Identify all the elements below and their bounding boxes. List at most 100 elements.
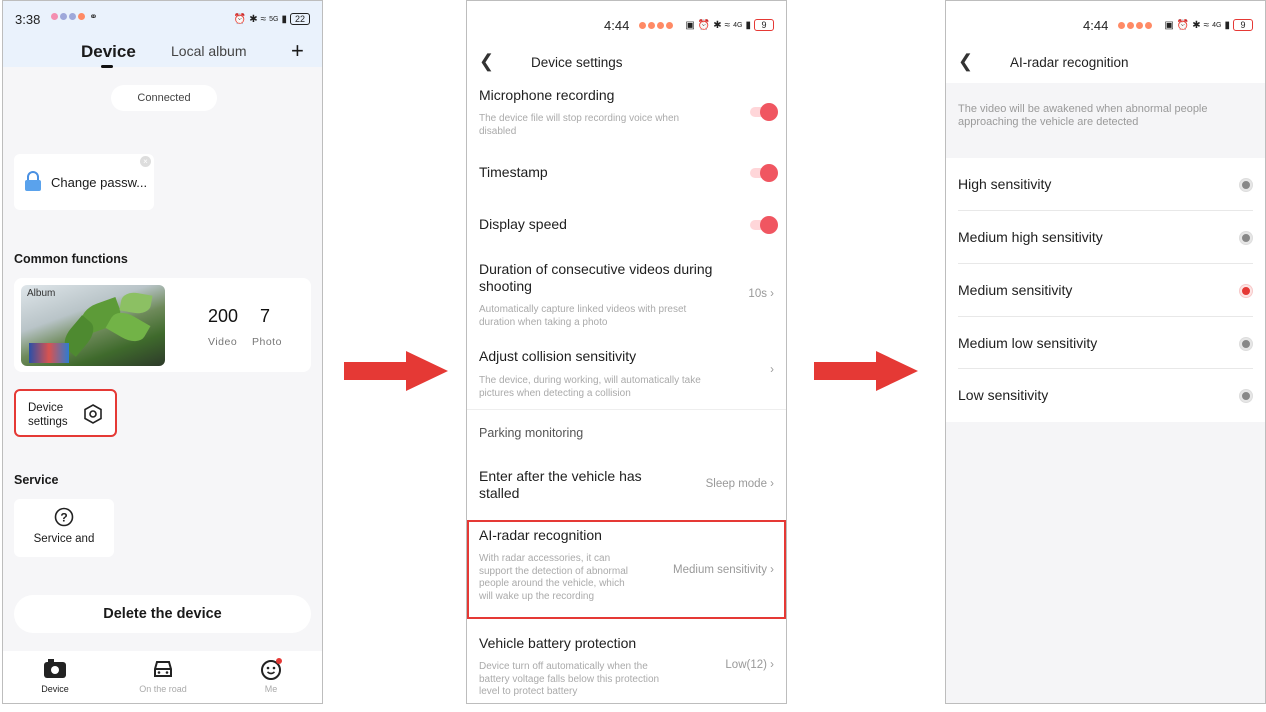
signal-icon: ▮ (281, 13, 287, 25)
album-card[interactable]: Album 200 Video 7 Photo (14, 278, 311, 372)
nav-device-label: Device (41, 684, 69, 694)
option-label: Medium low sensitivity (958, 335, 1098, 351)
setting-timestamp: Timestamp (467, 164, 786, 204)
video-stat: 200 Video (208, 306, 238, 348)
setting-battery-protection[interactable]: Vehicle battery protection Device turn o… (467, 635, 786, 701)
option-medium-low[interactable]: Medium low sensitivity (946, 317, 1265, 369)
back-arrow-icon[interactable]: ❮ (958, 51, 973, 72)
page-header: ❮ Device settings (467, 37, 786, 87)
status-right: ▣ ⏰ ✱ ≈ 4G ▮ 9 (685, 19, 774, 31)
microphone-toggle[interactable] (750, 103, 778, 121)
flow-arrow-1-icon (344, 351, 448, 391)
setting-value: 10s › (748, 288, 774, 300)
option-label: Medium sensitivity (958, 282, 1073, 298)
info-text: The video will be awakened when abnormal… (946, 83, 1265, 158)
wifi-icon: ≈ (1203, 19, 1210, 31)
battery-indicator: 9 (1233, 19, 1253, 31)
service-card[interactable]: ? Service and (14, 499, 114, 557)
radio-button[interactable] (1240, 390, 1252, 402)
setting-desc: Device turn off automatically when the b… (479, 661, 660, 697)
tab-indicator (101, 65, 113, 68)
change-password-card[interactable]: Change passw... × (14, 154, 154, 210)
status-bar: 4:44 ▣ ⏰ ✱ ≈ 4G ▮ 9 (467, 1, 786, 37)
notification-icons: ⚭ (51, 12, 98, 23)
help-icon: ? (54, 507, 74, 527)
timestamp-toggle[interactable] (750, 164, 778, 182)
page-title: Device settings (531, 55, 623, 70)
back-arrow-icon[interactable]: ❮ (479, 51, 494, 72)
status-bar: 4:44 ▣ ⏰ ✱ ≈ 4G ▮ 9 (946, 1, 1265, 37)
alarm-icon: ⏰ (697, 19, 711, 31)
option-label: High sensitivity (958, 176, 1052, 192)
common-functions-title: Common functions (14, 252, 128, 266)
section-title: Parking monitoring (479, 426, 584, 440)
setting-title: Duration of consecutive videos during sh… (479, 261, 713, 294)
radio-button[interactable] (1240, 179, 1252, 191)
status-bar: 3:38 ⚭ ⏰ ✱ ≈ 5G ▮ 22 (3, 1, 322, 37)
setting-desc: Automatically capture linked videos with… (479, 304, 687, 328)
setting-title: Timestamp (479, 164, 548, 180)
stage: 3:38 ⚭ ⏰ ✱ ≈ 5G ▮ 22 Device Local album (0, 0, 1266, 712)
divider (467, 409, 786, 410)
setting-desc: The device, during working, will automat… (479, 375, 701, 399)
phone-ai-radar: 4:44 ▣ ⏰ ✱ ≈ 4G ▮ 9 ❮ AI-radar recogniti… (945, 0, 1266, 704)
gear-icon (83, 404, 103, 428)
signal-icon: ▮ (1224, 19, 1230, 31)
setting-microphone-recording: Microphone recording The device file wil… (467, 87, 786, 149)
phone-device-settings: 4:44 ▣ ⏰ ✱ ≈ 4G ▮ 9 ❮ Device settings Mi… (466, 0, 787, 704)
nav-me-label: Me (264, 684, 278, 694)
lock-icon (24, 170, 42, 194)
alarm-icon: ⏰ (233, 13, 247, 25)
notification-icons (1118, 18, 1154, 32)
status-time: 4:44 (1083, 17, 1109, 33)
option-low[interactable]: Low sensitivity (946, 369, 1265, 421)
add-device-button[interactable]: + (291, 38, 304, 64)
nav-me[interactable]: Me (241, 658, 301, 694)
album-label: Album (27, 288, 56, 299)
parking-section-header: Parking monitoring (467, 425, 786, 445)
close-icon[interactable]: × (140, 156, 151, 167)
top-header: 3:38 ⚭ ⏰ ✱ ≈ 5G ▮ 22 Device Local album (3, 1, 322, 68)
video-label: Video (208, 336, 238, 348)
setting-title: Enter after the vehicle has stalled (479, 468, 642, 501)
smiley-icon (261, 658, 282, 680)
radio-button[interactable] (1240, 232, 1252, 244)
photo-label: Photo (252, 336, 282, 348)
svg-text:?: ? (60, 511, 67, 525)
setting-value: Sleep mode › (705, 478, 774, 490)
option-high[interactable]: High sensitivity (946, 158, 1265, 210)
network-label: 4G (1212, 21, 1222, 29)
status-right: ▣ ⏰ ✱ ≈ 4G ▮ 9 (1164, 19, 1253, 31)
alarm-icon: ⏰ (1176, 19, 1190, 31)
delete-device-button[interactable]: Delete the device (14, 595, 311, 633)
option-label: Low sensitivity (958, 387, 1049, 403)
nfc-icon: ▣ (1164, 19, 1174, 31)
setting-title: Vehicle battery protection (479, 635, 637, 651)
setting-duration[interactable]: Duration of consecutive videos during sh… (467, 261, 786, 331)
battery-indicator: 9 (754, 19, 774, 31)
service-title: Service (14, 473, 59, 487)
wifi-icon: ≈ (260, 13, 267, 25)
chevron-right-icon: › (770, 364, 774, 376)
device-settings-card[interactable]: Device settings (14, 389, 117, 437)
highlight-box (467, 520, 786, 619)
status-right: ⏰ ✱ ≈ 5G ▮ 22 (234, 13, 310, 25)
notification-icons (639, 18, 675, 32)
option-medium-high[interactable]: Medium high sensitivity (946, 211, 1265, 263)
display-speed-toggle[interactable] (750, 216, 778, 234)
radio-button-selected[interactable] (1240, 285, 1252, 297)
car-icon (154, 661, 172, 677)
setting-collision[interactable]: Adjust collision sensitivity The device,… (467, 348, 786, 408)
album-thumbnail: Album (21, 285, 165, 366)
top-tabs: Device Local album + (3, 37, 322, 68)
nav-on-the-road[interactable]: On the road (133, 658, 193, 694)
nav-device[interactable]: Device (25, 658, 85, 694)
setting-stalled[interactable]: Enter after the vehicle has stalled Slee… (467, 468, 786, 508)
radio-button[interactable] (1240, 338, 1252, 350)
setting-desc: The device file will stop recording voic… (479, 113, 680, 137)
option-medium[interactable]: Medium sensitivity (946, 264, 1265, 316)
tab-device[interactable]: Device (81, 42, 136, 62)
status-time: 4:44 (604, 17, 630, 33)
tab-local-album[interactable]: Local album (171, 43, 247, 59)
setting-title: Adjust collision sensitivity (479, 348, 637, 364)
